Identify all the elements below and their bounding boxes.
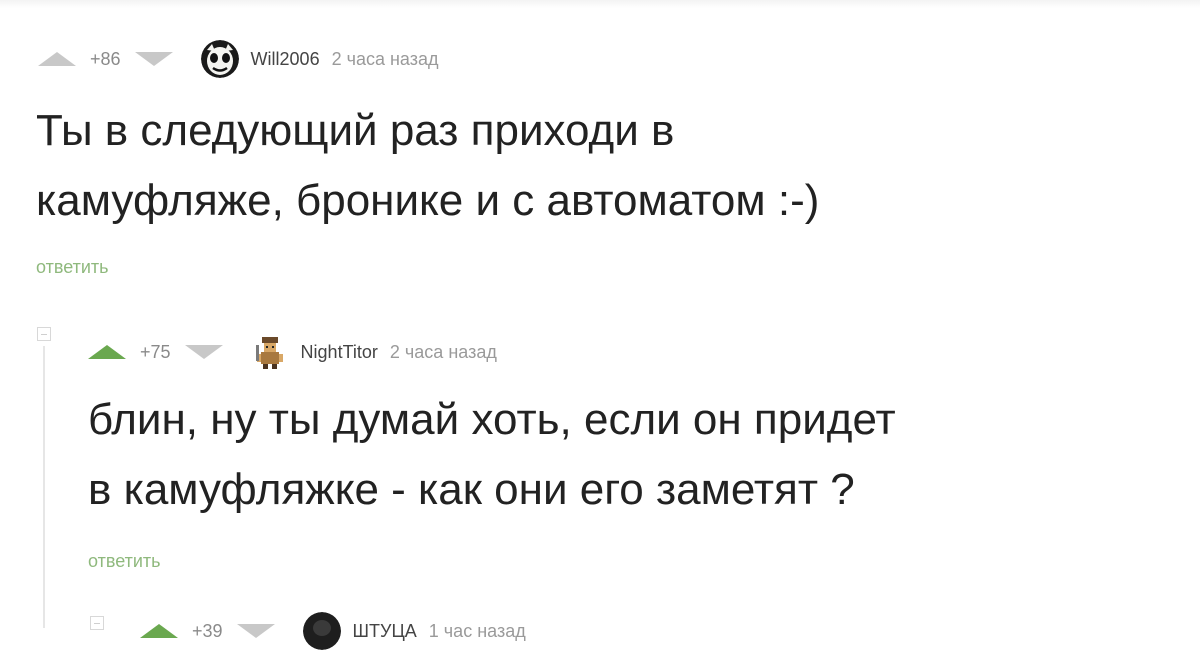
avatar-dark-icon — [302, 612, 341, 650]
avatar-pixel-character-icon — [250, 333, 289, 371]
username[interactable]: Will2006 — [251, 49, 320, 70]
comment-2-text: блин, ну ты думай хоть, если он придет в… — [88, 385, 896, 525]
rating: +39 — [192, 620, 223, 641]
username[interactable]: NightTitor — [301, 342, 378, 363]
upvote-icon[interactable] — [38, 52, 76, 66]
comment-3-meta: +39 ШТУЦА 1 час назад — [140, 612, 526, 650]
avatar[interactable] — [250, 333, 289, 371]
avatar[interactable] — [200, 40, 239, 78]
upvote-icon[interactable] — [88, 345, 126, 359]
comment-text-line: Ты в следующий раз приходи в — [36, 106, 675, 155]
downvote-icon[interactable] — [236, 624, 275, 638]
comment-text-line: блин, ну ты думай хоть, если он придет — [88, 395, 896, 444]
rating: +86 — [90, 48, 121, 69]
downvote-icon[interactable] — [184, 345, 223, 359]
comment-text-line: в камуфляжке - как они его заметят ? — [88, 465, 855, 514]
reply-link[interactable]: ответить — [88, 551, 161, 572]
comment-2-meta: +75 NightTitor 2 часа назад — [88, 333, 497, 371]
top-fade — [0, 0, 1200, 8]
timestamp: 2 часа назад — [389, 341, 497, 362]
comment-text-line: камуфляже, бронике и с автоматом :-) — [36, 176, 820, 225]
collapse-icon[interactable] — [37, 327, 51, 341]
avatar[interactable] — [302, 612, 341, 650]
reply-link[interactable]: ответить — [36, 257, 109, 278]
rating: +75 — [140, 341, 171, 362]
avatar-face-icon — [200, 40, 239, 78]
timestamp: 2 часа назад — [331, 48, 439, 69]
thread-line[interactable] — [43, 346, 45, 628]
comment-1-meta: +86 Will2006 2 часа назад — [38, 40, 439, 78]
upvote-icon[interactable] — [140, 624, 178, 638]
username[interactable]: ШТУЦА — [353, 621, 417, 642]
downvote-icon[interactable] — [134, 52, 173, 66]
timestamp: 1 час назад — [428, 620, 526, 641]
comment-1-text: Ты в следующий раз приходи в камуфляже, … — [36, 96, 819, 236]
